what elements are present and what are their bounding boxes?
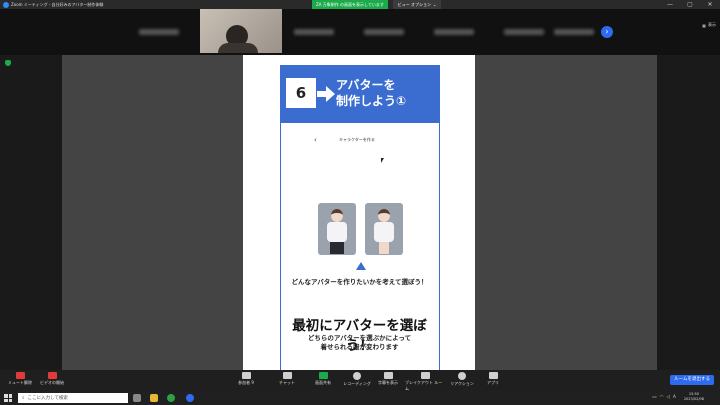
ime-indicator[interactable]: A	[673, 395, 676, 400]
participant-tile[interactable]	[420, 21, 486, 47]
subtext: どちらのアバターを選ぶかによって 着せられる服が変わります	[281, 334, 438, 352]
captions-label: 字幕を表示	[378, 380, 398, 385]
phone-screenshot: ‹ キャラクターを作る どんなアバターを作りたいかを考えて選ぼう！ 最初にアバタ…	[280, 123, 440, 370]
back-chevron-icon: ‹	[314, 136, 317, 144]
maximize-button[interactable]: ▢	[680, 0, 700, 9]
captions-icon	[383, 372, 393, 379]
subtext-line2: 着せられる服が変わります	[320, 343, 399, 351]
app-title: Zoom ミーティング - 自分好みのアバター制作体験	[11, 1, 104, 7]
participants-label: 参加者 9	[238, 380, 254, 385]
slide-title: アバターを 制作しよう①	[336, 77, 406, 109]
show-strip-toggle[interactable]: ▦ 表示	[702, 22, 716, 28]
app-title-group: Zoom ミーティング - 自分好みのアバター制作体験	[0, 1, 104, 8]
windows-taskbar: ⌕ ここに入力して検索 ▭ ◠ ◁ A 15:50 2023/02/08	[0, 391, 720, 405]
search-placeholder: ここに入力して検索	[27, 396, 68, 401]
avatar-option-male	[318, 203, 356, 255]
search-icon: ⌕	[22, 396, 25, 401]
chat-icon	[282, 372, 292, 379]
video-off-icon	[47, 372, 57, 379]
window-controls: — ▢ ✕	[660, 0, 720, 9]
person-body	[218, 43, 258, 53]
slide-title-line2: 制作しよう①	[336, 94, 407, 108]
battery-icon[interactable]: ▭	[652, 395, 656, 400]
share-screen-label: 画面共有	[315, 380, 331, 385]
slide-title-line1: アバターを	[336, 78, 396, 92]
zoom-logo-icon	[3, 1, 9, 8]
triangle-up-icon	[356, 262, 366, 270]
taskbar-search-box[interactable]: ⌕ ここに入力して検索	[18, 393, 128, 403]
participant-tile[interactable]	[350, 21, 416, 47]
question-text: どんなアバターを作りたいかを考えて選ぼう！	[291, 278, 428, 286]
participants-button[interactable]: 参加者 9	[226, 372, 266, 386]
breakout-rooms-button[interactable]: ブレイクアウト ルーム	[405, 372, 445, 392]
microphone-muted-icon	[15, 372, 25, 379]
reactions-icon	[458, 372, 466, 380]
chevron-right-icon[interactable]: ›	[601, 26, 613, 38]
security-shield-icon[interactable]	[5, 60, 11, 66]
screen-share-notice: ZA 万象制作 の画面を表示しています	[312, 0, 388, 9]
close-button[interactable]: ✕	[700, 0, 720, 9]
avatar-option-female	[365, 203, 403, 255]
participants-icon	[241, 372, 251, 379]
breakout-rooms-icon	[420, 372, 430, 379]
volume-icon[interactable]: ◁	[666, 395, 669, 400]
windows-start-icon[interactable]	[4, 394, 12, 402]
minimize-button[interactable]: —	[660, 0, 680, 9]
leave-room-button[interactable]: ルームを退出する	[670, 375, 714, 385]
record-icon	[353, 372, 361, 380]
arrow-right-icon	[317, 86, 335, 102]
captions-button[interactable]: 字幕を表示	[368, 372, 408, 386]
clock-date: 2023/02/08	[683, 397, 704, 401]
participant-video[interactable]	[200, 9, 282, 53]
shared-document: 6 アバターを 制作しよう① ‹ キャラクターを作る どんなアバターを作りたいか…	[243, 55, 475, 370]
file-explorer-icon[interactable]	[150, 394, 158, 402]
start-video-button[interactable]: ビデオの開始	[32, 372, 72, 386]
shared-screen-area: 6 アバターを 制作しよう① ‹ キャラクターを作る どんなアバターを作りたいか…	[0, 55, 720, 370]
apps-icon	[488, 372, 498, 379]
screen-nav-title: キャラクターを作る	[339, 137, 375, 142]
system-clock[interactable]: 15:50 2023/02/08	[684, 392, 704, 402]
view-options-button[interactable]: ビュー オプション ⌄	[393, 0, 441, 9]
chat-label: チャット	[279, 380, 295, 385]
slide-header: 6 アバターを 制作しよう①	[280, 65, 440, 123]
start-video-label: ビデオの開始	[40, 380, 64, 385]
reactions-label: リアクション	[450, 381, 474, 386]
step-number: 6	[286, 78, 316, 108]
show-label: 表示	[708, 22, 716, 27]
share-screen-icon	[318, 372, 328, 379]
record-label: レコーディング	[343, 381, 371, 386]
task-view-icon[interactable]	[133, 394, 141, 402]
system-tray: ▭ ◠ ◁ A	[652, 395, 676, 400]
chat-button[interactable]: チャット	[267, 372, 307, 386]
apps-label: アプリ	[487, 380, 499, 385]
participant-tile[interactable]	[125, 21, 191, 47]
chevron-down-icon: ⌄	[432, 2, 437, 7]
meeting-toolbar: ミュート解除 ビデオの開始 参加者 9 チャット 画面共有 レコーディング 字幕…	[0, 370, 720, 391]
mouse-cursor-icon	[381, 158, 384, 163]
participant-tile[interactable]	[540, 21, 606, 47]
network-icon[interactable]: ◠	[660, 395, 664, 400]
participant-tile[interactable]	[280, 21, 346, 47]
apps-button[interactable]: アプリ	[473, 372, 513, 386]
subtext-line1: どちらのアバターを選ぶかによって	[307, 334, 412, 342]
unmute-label: ミュート解除	[8, 380, 32, 385]
grid-icon: ▦	[702, 22, 706, 28]
zoom-taskbar-icon[interactable]	[186, 394, 194, 402]
view-options-label: ビュー オプション	[397, 1, 431, 7]
chrome-icon[interactable]	[167, 394, 175, 402]
